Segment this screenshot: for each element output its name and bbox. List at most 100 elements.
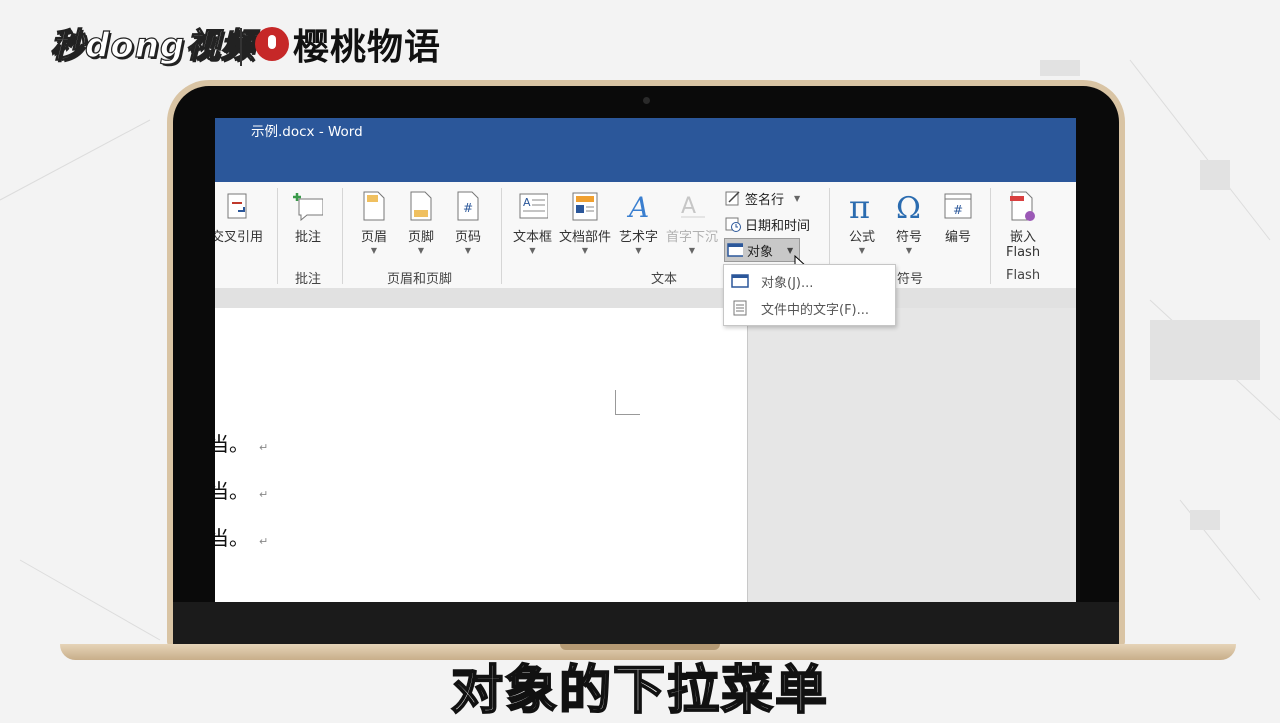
wordart-icon: A	[624, 190, 654, 222]
new-comment-button[interactable]: 批注	[293, 190, 323, 245]
flash-icon	[1008, 190, 1038, 222]
object-label: 对象	[747, 244, 774, 260]
symbol-label: 符号	[895, 230, 922, 245]
miaodong-logo: 秒dong视频	[49, 25, 256, 66]
paragraph-line: 当。 ↵	[215, 428, 268, 457]
menu-item-object[interactable]: 对象(J)...	[724, 268, 895, 294]
header-button[interactable]: 页眉 ▼	[359, 190, 389, 255]
omega-icon: Ω	[894, 190, 924, 222]
drop-cap-label: 首字下沉	[666, 230, 719, 245]
embed-flash-button[interactable]: 嵌入 Flash	[1006, 190, 1040, 260]
document-background	[748, 308, 1076, 602]
signature-line-button[interactable]: 签名行 ▼	[725, 187, 800, 209]
date-time-label: 日期和时间	[745, 218, 811, 234]
text-from-file-icon	[731, 300, 749, 316]
group-separator	[342, 188, 343, 284]
word-window: 示例.docx - Word 交叉引用 批注 批注 页眉 ▼ 页脚 ▼ # 页码…	[215, 118, 1076, 602]
cross-reference-label: 交叉引用	[215, 230, 264, 245]
svg-text:#: #	[953, 203, 963, 217]
quick-parts-button[interactable]: 文档部件 ▼	[559, 190, 611, 255]
cherry-logo-text: 樱桃物语	[293, 27, 442, 68]
group-separator	[990, 188, 991, 284]
header-label: 页眉	[360, 230, 387, 245]
chevron-down-icon: ▼	[635, 246, 642, 255]
svg-text:A: A	[681, 194, 696, 219]
camera-icon	[643, 97, 650, 104]
object-icon	[731, 273, 749, 289]
equation-label: 公式	[848, 230, 875, 245]
symbol-button[interactable]: Ω 符号 ▼	[894, 190, 924, 255]
menu-item-object-label: 对象(J)...	[761, 275, 814, 291]
embed-flash-label-line1: 嵌入	[1010, 230, 1037, 245]
numbering-icon: #	[943, 190, 973, 222]
chevron-down-icon: ▼	[905, 246, 913, 255]
cross-reference-icon	[222, 190, 252, 222]
video-caption: 对象的下拉菜单	[450, 660, 829, 722]
cross-reference-button[interactable]: 交叉引用	[215, 190, 263, 245]
paragraph-text: 当。	[215, 479, 249, 503]
svg-text:A: A	[523, 196, 531, 209]
numbering-button[interactable]: # 编号	[943, 190, 973, 245]
object-button[interactable]: 对象 ▼	[724, 238, 801, 262]
svg-text:A: A	[626, 191, 649, 221]
microphone-icon	[255, 27, 289, 61]
date-time-button[interactable]: 日期和时间	[725, 213, 810, 235]
group-label-flash: Flash	[1006, 268, 1041, 283]
logo-divider	[240, 28, 242, 66]
paragraph-mark: ↵	[259, 488, 269, 501]
svg-text:Ω: Ω	[896, 191, 921, 222]
text-box-icon: A	[518, 190, 548, 222]
group-separator	[277, 188, 278, 284]
page-number-icon: #	[453, 190, 483, 222]
ruler-strip	[215, 288, 1076, 308]
laptop-bezel-bottom	[173, 602, 1119, 644]
chevron-down-icon: ▼	[370, 246, 378, 255]
margin-corner-mark	[615, 390, 640, 415]
document-page[interactable]: 当。 ↵ 当。 ↵ 当。 ↵	[215, 308, 748, 602]
signature-icon	[725, 190, 741, 206]
drop-cap-icon: A	[677, 190, 707, 222]
group-label-comments: 批注	[295, 272, 322, 287]
paragraph-mark: ↵	[259, 441, 269, 454]
pi-icon: π	[847, 190, 877, 222]
window-title: 示例.docx - Word	[251, 124, 363, 140]
paragraph-text: 当。	[215, 526, 249, 550]
footer-button[interactable]: 页脚 ▼	[406, 190, 436, 255]
quick-parts-label: 文档部件	[559, 230, 612, 245]
equation-button[interactable]: π 公式 ▼	[847, 190, 877, 255]
numbering-label: 编号	[944, 230, 971, 245]
group-label-header-footer: 页眉和页脚	[387, 272, 453, 287]
page-number-label: 页码	[454, 230, 481, 245]
paragraph-mark: ↵	[259, 535, 269, 548]
wordart-button[interactable]: A 艺术字 ▼	[619, 190, 658, 255]
chevron-down-icon: ▼	[464, 246, 472, 255]
text-box-button[interactable]: A 文本框 ▼	[513, 190, 552, 255]
embed-flash-label-line2: Flash	[1006, 245, 1041, 260]
page-number-button[interactable]: # 页码 ▼	[453, 190, 483, 255]
signature-line-label: 签名行	[745, 192, 785, 208]
chevron-down-icon: ▼	[688, 246, 696, 255]
paragraph-line: 当。 ↵	[215, 475, 268, 504]
object-dropdown-menu: 对象(J)... 文件中的文字(F)...	[723, 264, 896, 326]
menu-item-text-from-file-label: 文件中的文字(F)...	[761, 302, 870, 318]
header-icon	[359, 190, 389, 222]
group-label-symbols: 符号	[897, 272, 924, 287]
footer-icon	[406, 190, 436, 222]
svg-text:#: #	[463, 201, 473, 215]
svg-text:π: π	[849, 190, 870, 222]
calendar-clock-icon	[725, 216, 741, 232]
chevron-down-icon: ▼	[529, 246, 536, 255]
drop-cap-button: A 首字下沉 ▼	[666, 190, 718, 255]
group-label-text: 文本	[651, 272, 678, 287]
wordart-label: 艺术字	[619, 230, 659, 245]
chevron-down-icon: ▼	[787, 245, 794, 255]
chevron-down-icon: ▼	[794, 193, 801, 203]
menu-item-text-from-file[interactable]: 文件中的文字(F)...	[724, 295, 895, 321]
cherry-logo: 樱桃物语	[255, 18, 441, 70]
group-separator	[501, 188, 502, 284]
footer-label: 页脚	[407, 230, 434, 245]
chevron-down-icon: ▼	[858, 246, 866, 255]
comment-icon	[293, 190, 323, 222]
title-bar: 示例.docx - Word	[215, 118, 1076, 182]
quick-parts-icon	[570, 190, 600, 222]
